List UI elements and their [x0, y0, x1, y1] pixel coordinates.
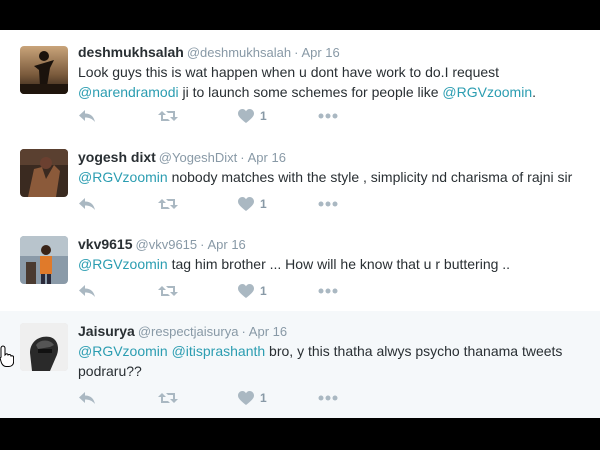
like-count: 1 — [260, 284, 267, 298]
handle[interactable]: @YogeshDixt — [159, 150, 237, 165]
reply-icon — [79, 285, 95, 297]
heart-icon — [238, 390, 254, 405]
tweet-text: @RGVzoomin nobody matches with the style… — [78, 167, 578, 187]
more-icon — [318, 395, 338, 401]
retweet-icon — [158, 111, 178, 121]
reply-button[interactable] — [78, 388, 96, 408]
tweet-item[interactable]: deshmukhsalah @deshmukhsalah · Apr 16 Look … — [0, 30, 600, 138]
more-icon — [318, 201, 338, 207]
mention-link[interactable]: @RGVzoomin — [78, 169, 168, 185]
like-count: 1 — [260, 391, 267, 405]
retweet-button[interactable] — [158, 106, 178, 126]
tweet-header: vkv9615 @vkv9615 · Apr 16 — [78, 236, 246, 252]
reply-icon — [79, 198, 95, 210]
avatar[interactable] — [20, 323, 68, 371]
tweet-item[interactable]: vkv9615 @vkv9615 · Apr 16 @RGVzoomin tag hi… — [0, 224, 600, 312]
tweet-header: yogesh dixt @YogeshDixt · Apr 16 — [78, 149, 286, 165]
retweet-button[interactable] — [158, 281, 178, 301]
tweet-header: Jaisurya @respectjaisurya · Apr 16 — [78, 323, 288, 339]
tweet-text-segment: tag him brother ... How will he know tha… — [167, 256, 511, 272]
tweet-date[interactable]: Apr 16 — [248, 150, 286, 165]
retweet-icon — [158, 393, 178, 403]
tweet-text: @RGVzoomin @itisprashanth bro, y this th… — [78, 341, 578, 381]
mention-link[interactable]: @itisprashanth — [172, 343, 266, 359]
tweet-actions: 1 — [78, 106, 378, 126]
avatar[interactable] — [20, 236, 68, 284]
display-name[interactable]: vkv9615 — [78, 236, 133, 252]
tweet-actions: 1 — [78, 281, 378, 301]
tweet-text-segment: nobody matches with the style , simplici… — [167, 169, 573, 185]
reply-button[interactable] — [78, 106, 96, 126]
more-icon — [318, 113, 338, 119]
heart-icon — [238, 283, 254, 298]
avatar[interactable] — [20, 149, 68, 197]
handle[interactable]: @deshmukhsalah — [187, 45, 291, 60]
tweet-header: deshmukhsalah @deshmukhsalah · Apr 16 — [78, 44, 340, 60]
tweet-text-segment: Look guys this is wat happen when u dont… — [78, 64, 500, 80]
retweet-button[interactable] — [158, 388, 178, 408]
tweet-actions: 1 — [78, 388, 378, 408]
display-name[interactable]: deshmukhsalah — [78, 44, 184, 60]
more-button[interactable] — [318, 106, 338, 126]
more-icon — [318, 288, 338, 294]
pointer-cursor-icon — [0, 345, 14, 367]
heart-icon — [238, 108, 254, 123]
mention-link[interactable]: @RGVzoomin — [78, 256, 168, 272]
retweet-icon — [158, 199, 178, 209]
like-button[interactable]: 1 — [238, 106, 267, 126]
reply-button[interactable] — [78, 194, 96, 214]
display-name[interactable]: Jaisurya — [78, 323, 135, 339]
retweet-icon — [158, 286, 178, 296]
more-button[interactable] — [318, 194, 338, 214]
tweet-text-segment: . — [532, 84, 536, 100]
tweet-date[interactable]: Apr 16 — [301, 45, 339, 60]
handle[interactable]: @respectjaisurya — [138, 324, 239, 339]
tweet-item[interactable]: yogesh dixt @YogeshDixt · Apr 16 @RGVzoomin… — [0, 137, 600, 225]
mention-link[interactable]: @RGVzoomin — [442, 84, 532, 100]
like-button[interactable]: 1 — [238, 388, 267, 408]
handle[interactable]: @vkv9615 — [136, 237, 198, 252]
reply-icon — [79, 392, 95, 404]
tweet-text-segment: ji to launch some schemes for people lik… — [178, 84, 443, 100]
display-name[interactable]: yogesh dixt — [78, 149, 156, 165]
mention-link[interactable]: @RGVzoomin — [78, 343, 168, 359]
tweet-date[interactable]: Apr 16 — [207, 237, 245, 252]
tweet-list: deshmukhsalah @deshmukhsalah · Apr 16 Look … — [0, 30, 600, 418]
tweet-item[interactable]: Jaisurya @respectjaisurya · Apr 16 @RGVzoom… — [0, 311, 600, 418]
more-button[interactable] — [318, 281, 338, 301]
more-button[interactable] — [318, 388, 338, 408]
tweet-text: @RGVzoomin tag him brother ... How will … — [78, 254, 578, 274]
tweet-date[interactable]: Apr 16 — [249, 324, 287, 339]
reply-icon — [79, 110, 95, 122]
tweet-actions: 1 — [78, 194, 378, 214]
tweet-text: Look guys this is wat happen when u dont… — [78, 62, 578, 102]
retweet-button[interactable] — [158, 194, 178, 214]
heart-icon — [238, 196, 254, 211]
like-button[interactable]: 1 — [238, 194, 267, 214]
mention-link[interactable]: @narendramodi — [78, 84, 179, 100]
reply-button[interactable] — [78, 281, 96, 301]
like-count: 1 — [260, 109, 267, 123]
like-button[interactable]: 1 — [238, 281, 267, 301]
like-count: 1 — [260, 197, 267, 211]
avatar[interactable] — [20, 46, 68, 94]
